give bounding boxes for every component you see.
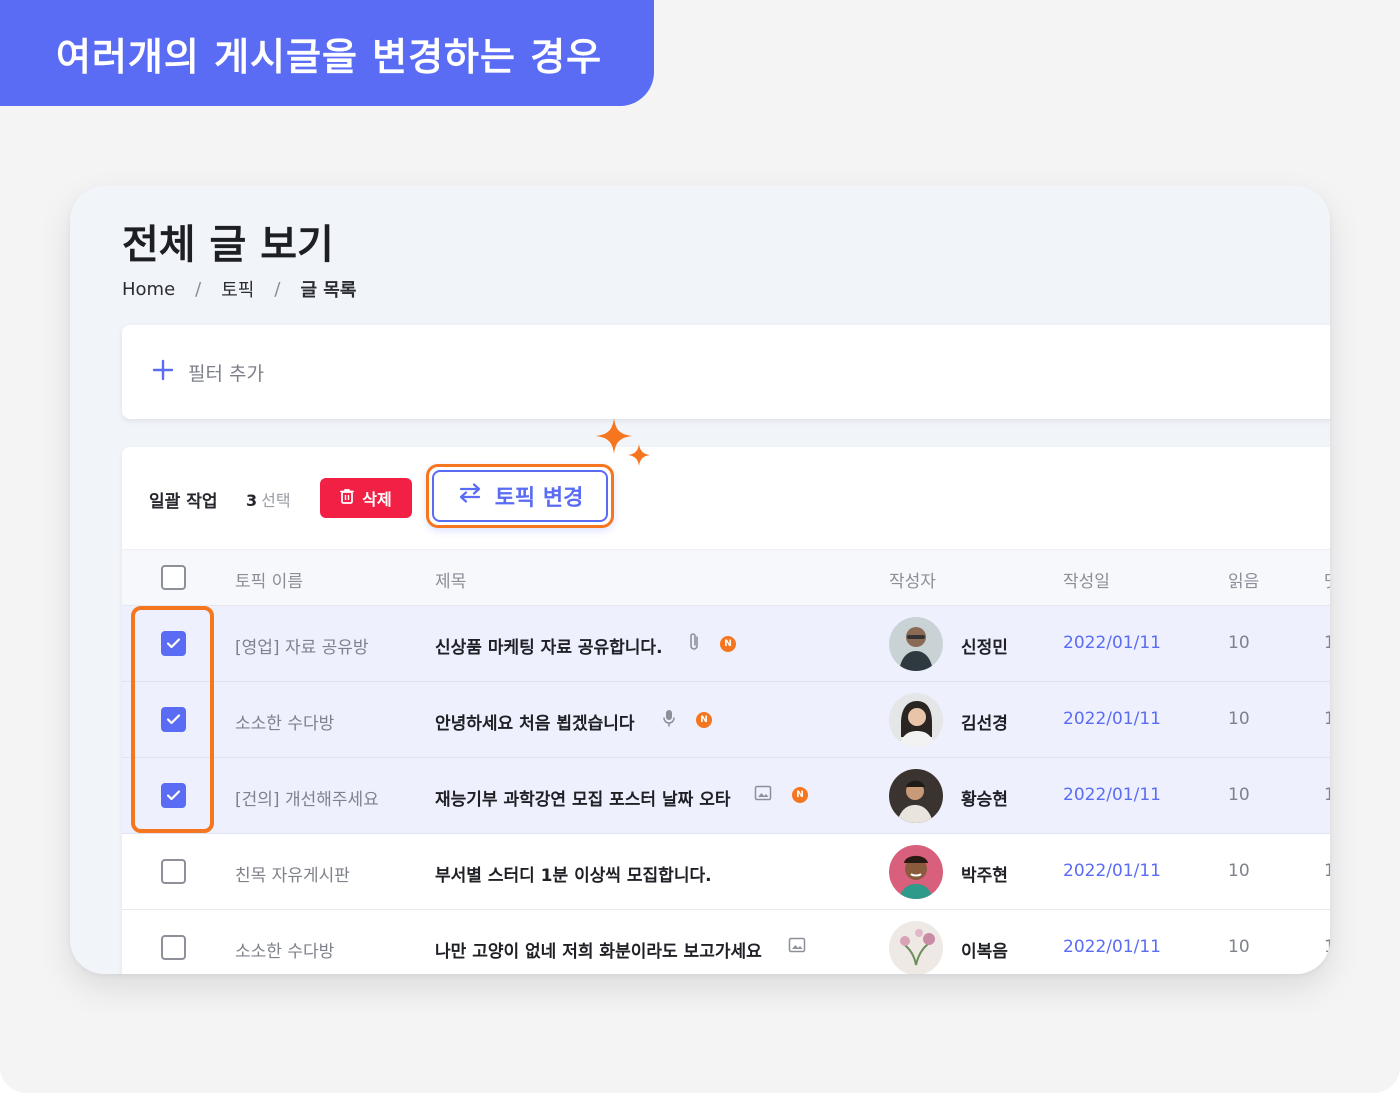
breadcrumb-topic[interactable]: 토픽 <box>221 276 254 302</box>
avatar <box>889 693 943 747</box>
row-author: 이복음 <box>961 942 1008 962</box>
row-title[interactable]: 나만 고양이 없네 저희 화분이라도 보고가세요 <box>435 937 762 962</box>
row-title-icons: N <box>688 632 736 656</box>
table-row[interactable]: [영업] 자료 공유방 신상품 마케팅 자료 공유합니다. N 신정민 2022… <box>122 606 1330 682</box>
row-topic: 소소한 수다방 <box>235 942 335 962</box>
header-title[interactable]: 제목 <box>435 567 466 592</box>
row-reads: 10 <box>1228 937 1250 957</box>
row-title[interactable]: 신상품 마케팅 자료 공유합니다. <box>435 633 663 658</box>
row-title-icons: N <box>754 784 808 806</box>
row-author: 김선경 <box>961 714 1008 734</box>
paperclip-icon <box>688 632 700 656</box>
row-comments: 1 <box>1324 861 1330 881</box>
row-comments: 1 <box>1324 785 1330 805</box>
trash-icon <box>340 488 355 508</box>
page-title: 전체 글 보기 <box>122 222 334 268</box>
breadcrumb-home[interactable]: Home <box>122 279 175 300</box>
sparkle-icon <box>596 418 632 458</box>
post-list-card: 일괄 작업 3 선택 삭제 토픽 변경 토픽 이름 제목 작성자 작성일 읽음 … <box>122 447 1330 974</box>
microphone-icon <box>662 708 676 732</box>
app-panel: 전체 글 보기 Home / 토픽 / 글 목록 필터 추가 일괄 작업 3 선택 <box>70 186 1330 974</box>
row-reads: 10 <box>1228 709 1250 729</box>
table-row[interactable]: 친목 자유게시판 부서별 스터디 1분 이상씩 모집합니다. 박주현 2022/… <box>122 834 1330 910</box>
selection-highlight <box>131 606 214 833</box>
row-title-icons: N <box>662 708 712 732</box>
breadcrumb: Home / 토픽 / 글 목록 <box>122 276 356 302</box>
row-date: 2022/01/11 <box>1063 709 1161 729</box>
row-title[interactable]: 재능기부 과학강연 모집 포스터 날짜 오타 <box>435 785 730 810</box>
row-author: 신정민 <box>961 638 1008 658</box>
avatar <box>889 617 943 671</box>
row-reads: 10 <box>1228 861 1250 881</box>
row-topic: [영업] 자료 공유방 <box>235 638 369 658</box>
change-topic-button-inner: 토픽 변경 <box>432 470 608 522</box>
table-row[interactable]: [건의] 개선해주세요 재능기부 과학강연 모집 포스터 날짜 오타 N 황승현… <box>122 758 1330 834</box>
delete-button-label: 삭제 <box>362 490 392 509</box>
selected-count: 3 선택 <box>246 487 291 511</box>
header-comments[interactable]: 댓 <box>1324 567 1330 592</box>
row-comments: 1 <box>1324 633 1330 653</box>
add-filter-button[interactable]: 필터 추가 <box>152 357 264 387</box>
selected-count-value: 3 <box>246 491 258 510</box>
banner-caption: 여러개의 게시글을 변경하는 경우 <box>0 0 654 106</box>
screenshot-stage: 여러개의 게시글을 변경하는 경우 전체 글 보기 Home / 토픽 / 글 … <box>0 0 1400 1093</box>
delete-button[interactable]: 삭제 <box>320 478 412 518</box>
row-reads: 10 <box>1228 785 1250 805</box>
row-checkbox[interactable] <box>161 859 186 884</box>
new-badge: N <box>720 636 736 652</box>
row-checkbox[interactable] <box>161 935 186 960</box>
selected-count-unit: 선택 <box>261 491 291 510</box>
breadcrumb-separator: / <box>274 278 281 300</box>
row-topic: [건의] 개선해주세요 <box>235 790 379 810</box>
change-topic-button[interactable]: 토픽 변경 <box>426 464 614 528</box>
row-title[interactable]: 안녕하세요 처음 뵙겠습니다 <box>435 709 635 734</box>
row-date: 2022/01/11 <box>1063 861 1161 881</box>
add-filter-label: 필터 추가 <box>188 362 264 385</box>
row-title[interactable]: 부서별 스터디 1분 이상씩 모집합니다. <box>435 861 712 886</box>
new-badge: N <box>696 712 712 728</box>
row-date: 2022/01/11 <box>1063 785 1161 805</box>
table-header: 토픽 이름 제목 작성자 작성일 읽음 댓 <box>122 549 1330 606</box>
row-comments: 1 <box>1324 709 1330 729</box>
change-topic-label: 토픽 변경 <box>494 486 584 511</box>
filter-bar: 필터 추가 <box>122 325 1330 419</box>
row-reads: 10 <box>1228 633 1250 653</box>
header-author[interactable]: 작성자 <box>889 567 936 592</box>
plus-icon <box>152 357 174 387</box>
row-comments: 1 <box>1324 937 1330 957</box>
table-row[interactable]: 소소한 수다방 나만 고양이 없네 저희 화분이라도 보고가세요 이복음 202… <box>122 910 1330 974</box>
row-topic: 친목 자유게시판 <box>235 866 350 886</box>
image-icon <box>754 784 772 806</box>
avatar <box>889 769 943 823</box>
header-date[interactable]: 작성일 <box>1063 567 1110 592</box>
image-icon <box>788 936 806 958</box>
avatar <box>889 921 943 974</box>
header-reads[interactable]: 읽음 <box>1228 567 1259 592</box>
table-row[interactable]: 소소한 수다방 안녕하세요 처음 뵙겠습니다 N 김선경 2022/01/11 … <box>122 682 1330 758</box>
row-date: 2022/01/11 <box>1063 633 1161 653</box>
swap-arrows-icon <box>457 483 483 509</box>
select-all-checkbox[interactable] <box>161 565 186 590</box>
row-topic: 소소한 수다방 <box>235 714 335 734</box>
bulk-action-label: 일괄 작업 <box>149 492 218 512</box>
sparkle-icon <box>628 444 650 470</box>
breadcrumb-separator: / <box>195 278 202 300</box>
bulk-action-bar: 일괄 작업 3 선택 삭제 토픽 변경 <box>122 447 1330 549</box>
breadcrumb-current: 글 목록 <box>300 280 357 301</box>
row-author: 황승현 <box>961 790 1008 810</box>
header-topic[interactable]: 토픽 이름 <box>235 567 303 592</box>
new-badge: N <box>792 787 808 803</box>
avatar <box>889 845 943 899</box>
row-title-icons <box>788 936 806 958</box>
row-author: 박주현 <box>961 866 1008 886</box>
row-date: 2022/01/11 <box>1063 937 1161 957</box>
